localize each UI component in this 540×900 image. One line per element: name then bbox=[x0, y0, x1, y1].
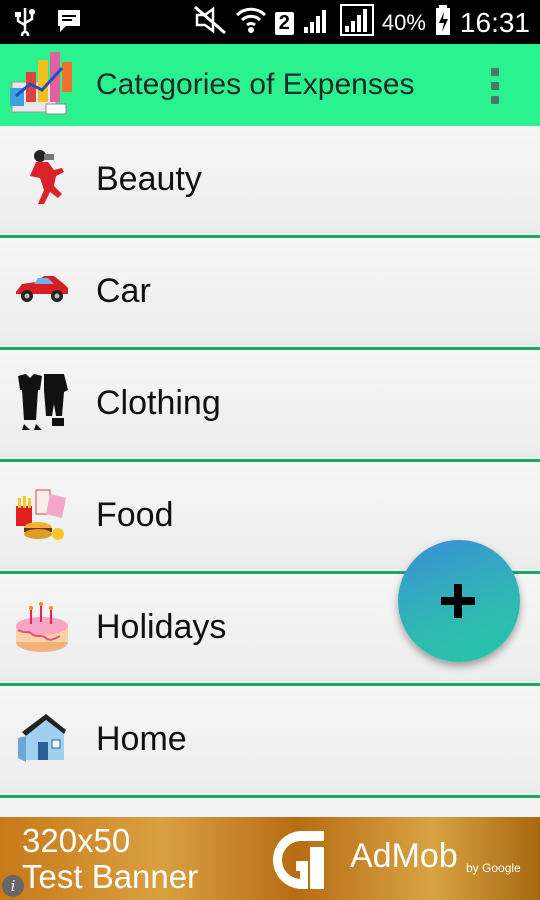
signal-icon bbox=[302, 5, 332, 41]
page-title: Categories of Expenses bbox=[96, 68, 415, 101]
admob-brand: AdMob bbox=[350, 837, 458, 875]
category-row-home[interactable]: Home bbox=[0, 686, 540, 798]
ad-info-icon[interactable]: i bbox=[2, 875, 24, 897]
category-row-clothing[interactable]: Clothing bbox=[0, 350, 540, 462]
sim-slot-badge: 2 bbox=[274, 11, 294, 35]
category-label: Car bbox=[96, 272, 151, 310]
status-bar: 2 40% 16:31 bbox=[0, 0, 540, 44]
category-row-car[interactable]: Car bbox=[0, 238, 540, 350]
category-label: Home bbox=[96, 720, 187, 758]
beauty-icon bbox=[14, 148, 70, 208]
wifi-icon bbox=[235, 5, 267, 41]
clock: 16:31 bbox=[459, 7, 530, 38]
ad-text: 320x50 Test Banner bbox=[22, 823, 198, 895]
signal-icon-2 bbox=[339, 4, 374, 42]
ad-size-label: 320x50 bbox=[22, 822, 131, 859]
usb-icon bbox=[14, 6, 36, 41]
admob-logo-icon bbox=[270, 827, 334, 893]
battery-icon bbox=[434, 4, 452, 42]
category-label: Food bbox=[96, 496, 174, 534]
battery-level: 40% bbox=[381, 10, 426, 35]
car-icon bbox=[14, 268, 70, 328]
cake-icon bbox=[14, 596, 70, 656]
admob-by-google: by Google bbox=[466, 861, 521, 875]
category-row-beauty[interactable]: Beauty bbox=[0, 126, 540, 238]
home-icon bbox=[14, 708, 70, 768]
message-icon bbox=[54, 6, 84, 41]
overflow-menu-icon[interactable] bbox=[490, 68, 500, 104]
category-label: Beauty bbox=[96, 160, 202, 198]
category-label: Clothing bbox=[96, 384, 221, 422]
food-icon bbox=[14, 484, 70, 544]
category-label: Holidays bbox=[96, 608, 227, 646]
mute-icon bbox=[193, 5, 227, 41]
app-logo-icon bbox=[6, 48, 78, 120]
category-list: Beauty Car Clothing Food Holidays Home bbox=[0, 126, 540, 798]
ad-test-label: Test Banner bbox=[22, 858, 199, 895]
ad-banner[interactable]: 320x50 Test Banner i AdMob by Google bbox=[0, 817, 540, 900]
app-bar: Categories of Expenses bbox=[0, 44, 540, 126]
add-category-button[interactable] bbox=[398, 540, 520, 662]
clothing-icon bbox=[14, 372, 70, 432]
